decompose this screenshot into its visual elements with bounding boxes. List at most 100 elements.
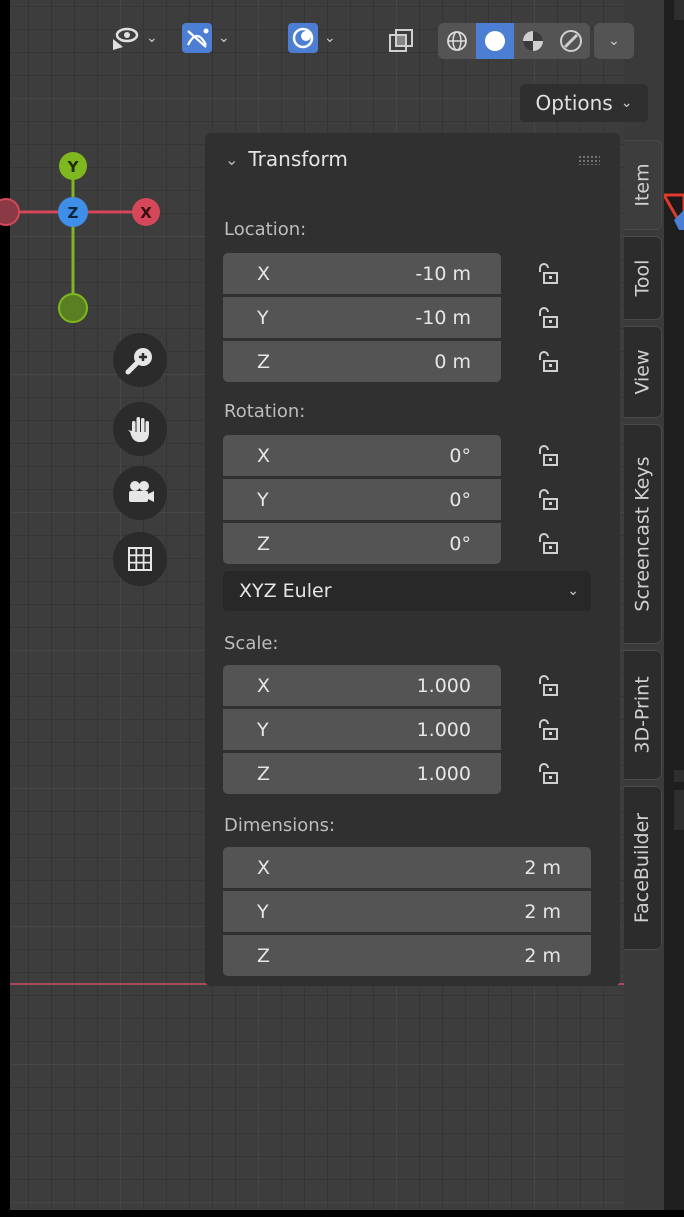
lock-rotation-x-icon[interactable] — [535, 443, 561, 469]
material-preview-button[interactable] — [514, 23, 552, 59]
chevron-down-icon: ⌄ — [218, 30, 230, 46]
dimensions-label: Dimensions: — [224, 815, 336, 836]
chevron-down-icon: ⌄ — [620, 95, 633, 111]
material-preview-icon — [523, 31, 543, 51]
tab-label: FaceBuilder — [631, 812, 654, 924]
axis-label: Y — [257, 306, 269, 329]
gizmo-icon — [182, 23, 212, 53]
lock-rotation-y-icon[interactable] — [535, 487, 561, 513]
transform-panel-header[interactable]: ⌄ Transform — [225, 147, 348, 171]
axis-label: X — [257, 444, 271, 467]
overlays-dropdown[interactable]: ⌄ — [288, 23, 336, 53]
scale-fields: X 1.000 Y 1.000 Z 1.000 — [223, 665, 501, 794]
navigation-gizmo[interactable]: Y X Z — [0, 150, 180, 330]
chevron-down-icon: ⌄ — [324, 30, 336, 46]
shading-options-dropdown[interactable]: ⌄ — [594, 23, 634, 59]
rendered-shading-button[interactable] — [552, 23, 590, 59]
lock-location-x-icon[interactable] — [535, 261, 561, 287]
lock-scale-x-icon[interactable] — [535, 673, 561, 699]
chevron-down-icon: ⌄ — [146, 30, 158, 46]
ortho-grid-icon — [128, 547, 152, 571]
tab-3d-print[interactable]: 3D-Print — [624, 650, 662, 780]
axis-label: Z — [257, 350, 271, 373]
scale-x-field[interactable]: X 1.000 — [223, 665, 501, 706]
gizmo-z-label: Z — [68, 204, 79, 222]
rotation-z-field[interactable]: Z 0° — [223, 523, 501, 564]
axis-label: Z — [257, 762, 271, 785]
tab-label: Screencast Keys — [631, 456, 654, 612]
axis-label: X — [257, 262, 271, 285]
field-value: 2 m — [524, 856, 561, 879]
axis-label: Y — [257, 718, 269, 741]
camera-view-button[interactable] — [113, 466, 167, 520]
tab-label: 3D-Print — [631, 676, 654, 754]
axis-label: Z — [257, 944, 271, 967]
dimensions-fields: X 2 m Y 2 m Z 2 m — [223, 847, 591, 976]
location-fields: X -10 m Y -10 m Z 0 m — [223, 253, 501, 382]
axis-label: X — [257, 674, 271, 697]
tab-label: Item — [631, 163, 654, 207]
options-label: Options — [535, 91, 613, 115]
ortho-toggle-button[interactable] — [113, 532, 167, 586]
camera-view-icon — [129, 481, 154, 502]
visibility-dropdown[interactable]: ⌄ — [110, 23, 158, 53]
axis-label: Z — [257, 532, 271, 555]
xray-toggle[interactable] — [386, 26, 416, 56]
bottom-border — [0, 1210, 684, 1217]
axis-label: Y — [257, 488, 269, 511]
solid-icon — [485, 31, 505, 51]
solid-shading-button[interactable] — [476, 23, 514, 59]
gizmo-neg-x-handle — [0, 198, 20, 226]
rotation-x-field[interactable]: X 0° — [223, 435, 501, 476]
panel-title: Transform — [248, 147, 348, 171]
options-dropdown[interactable]: Options ⌄ — [520, 84, 648, 122]
location-z-field[interactable]: Z 0 m — [223, 341, 501, 382]
tab-facebuilder[interactable]: FaceBuilder — [624, 786, 662, 950]
tab-screencast-keys[interactable]: Screencast Keys — [624, 424, 662, 644]
wireframe-icon — [447, 31, 467, 51]
tab-tool[interactable]: Tool — [624, 236, 662, 320]
pan-hand-icon — [128, 417, 149, 443]
dimensions-z-field[interactable]: Z 2 m — [223, 935, 591, 976]
scale-y-field[interactable]: Y 1.000 — [223, 709, 501, 750]
rotation-mode-dropdown[interactable]: XYZ Euler ⌄ — [223, 571, 591, 611]
field-value: 2 m — [524, 944, 561, 967]
chevron-down-icon: ⌄ — [608, 33, 620, 49]
xray-icon — [389, 29, 413, 52]
lock-location-z-icon[interactable] — [535, 349, 561, 375]
lock-scale-z-icon[interactable] — [535, 761, 561, 787]
dimensions-x-field[interactable]: X 2 m — [223, 847, 591, 888]
lock-location-y-icon[interactable] — [535, 305, 561, 331]
scale-label: Scale: — [224, 633, 279, 654]
zoom-icon — [125, 348, 152, 375]
tab-label: Tool — [631, 259, 654, 297]
location-label: Location: — [224, 219, 307, 240]
location-y-field[interactable]: Y -10 m — [223, 297, 501, 338]
pan-button[interactable] — [113, 402, 167, 456]
field-value: 0° — [449, 532, 471, 555]
rotation-fields: X 0° Y 0° Z 0° — [223, 435, 501, 564]
wireframe-shading-button[interactable] — [438, 23, 476, 59]
drag-grip-icon[interactable] — [578, 155, 600, 165]
zoom-button[interactable] — [113, 333, 167, 387]
gizmo-dropdown[interactable]: ⌄ — [182, 23, 230, 53]
scale-z-field[interactable]: Z 1.000 — [223, 753, 501, 794]
lock-scale-y-icon[interactable] — [535, 717, 561, 743]
visibility-icon — [113, 27, 139, 50]
field-value: 1.000 — [416, 762, 471, 785]
region-arrow-icon — [664, 193, 684, 230]
rotation-y-field[interactable]: Y 0° — [223, 479, 501, 520]
dimensions-y-field[interactable]: Y 2 m — [223, 891, 591, 932]
field-value: 0° — [449, 444, 471, 467]
lock-rotation-z-icon[interactable] — [535, 531, 561, 557]
field-value: -10 m — [415, 306, 471, 329]
tab-view[interactable]: View — [624, 326, 662, 418]
field-value: -10 m — [415, 262, 471, 285]
field-value: 1.000 — [416, 674, 471, 697]
gizmo-neg-y-handle — [58, 293, 88, 323]
transform-panel: ⌄ Transform Location: X -10 m Y -10 m Z 0 m… — [205, 133, 620, 986]
tab-item[interactable]: Item — [624, 140, 662, 230]
axis-label: Y — [257, 900, 269, 923]
rotation-mode-value: XYZ Euler — [239, 580, 332, 602]
location-x-field[interactable]: X -10 m — [223, 253, 501, 294]
